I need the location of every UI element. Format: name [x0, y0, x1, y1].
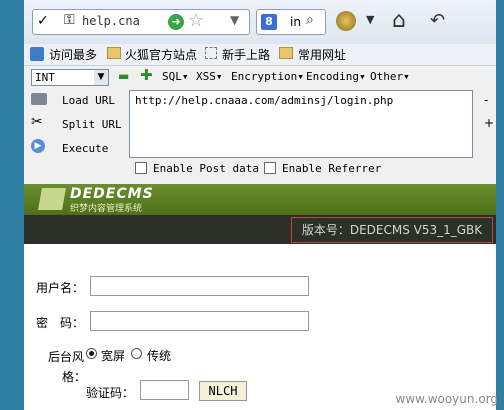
bookmark-firefox-site[interactable]: 火狐官方站点 [125, 46, 197, 63]
checkmark-icon: ✓ [37, 13, 49, 29]
post-data-label: Enable Post data [153, 162, 259, 175]
captcha-input[interactable] [140, 380, 189, 400]
load-url-button[interactable]: Load URL [62, 94, 115, 107]
wide-label: 宽屏 [101, 349, 126, 363]
style-label: 后台风 [48, 350, 85, 364]
logo-text: DEDECMS [70, 186, 154, 202]
menu-other[interactable]: Other▾ [370, 70, 410, 83]
execute-button[interactable]: Execute [62, 142, 108, 155]
classic-radio[interactable] [131, 348, 142, 359]
bookmark-icon [30, 47, 44, 61]
split-url-button[interactable]: Split URL [62, 118, 122, 131]
key-icon: ⚿ [64, 12, 75, 28]
chevron-down-icon[interactable]: ▼ [94, 70, 108, 85]
star-icon[interactable]: ☆ [188, 10, 204, 31]
back-icon[interactable]: ↶ [430, 10, 445, 31]
folder-icon [107, 47, 121, 59]
decrease-icon[interactable]: ▬ [118, 69, 129, 83]
grow-button[interactable]: + [484, 116, 494, 130]
wide-radio[interactable] [86, 348, 97, 359]
bookmark-most-visited[interactable]: 访问最多 [49, 46, 97, 63]
menu-xss[interactable]: XSS▾ [196, 70, 223, 83]
bookmark-common-sites[interactable]: 常用网址 [298, 46, 346, 63]
go-icon[interactable]: ➜ [168, 14, 184, 30]
menu-encryption[interactable]: Encryption▾ [231, 70, 304, 83]
password-input[interactable] [90, 311, 309, 331]
classic-label: 传统 [147, 349, 172, 363]
menu-sql[interactable]: SQL▾ [162, 70, 189, 83]
scissors-icon[interactable]: ✂ [31, 114, 43, 130]
url-textarea[interactable]: http://help.cnaaa.com/adminsj/login.php [129, 90, 473, 158]
password-label: 密 码： [36, 316, 85, 330]
menu-encoding[interactable]: Encoding▾ [306, 70, 366, 83]
style-label-cont: 格： [62, 370, 87, 384]
extension-icon[interactable] [336, 11, 356, 31]
shrink-button[interactable]: - [484, 93, 488, 107]
logo-subtitle: 织梦内容管理系统 [70, 204, 143, 214]
folder-icon [279, 47, 293, 59]
dedecms-logo-icon [38, 188, 66, 210]
username-input[interactable] [90, 276, 309, 296]
post-data-checkbox[interactable] [135, 162, 147, 174]
desktop-edge [496, 0, 504, 410]
watermark: www.wooyun.org [395, 392, 498, 406]
captcha-image[interactable]: NLCH [199, 381, 247, 401]
execute-icon[interactable]: ▶ [31, 139, 45, 153]
desktop-strip [0, 0, 24, 410]
username-label: 用户名： [36, 281, 85, 295]
bookmark-getting-started[interactable]: 新手上路 [222, 46, 270, 63]
search-engine-icon[interactable]: 8 [261, 14, 277, 30]
referrer-checkbox[interactable] [264, 162, 276, 174]
referrer-label: Enable Referrer [282, 162, 382, 175]
increase-icon[interactable]: ✚ [140, 66, 153, 84]
search-input[interactable]: in [290, 15, 301, 29]
dropdown-icon[interactable]: ▼ [366, 13, 374, 26]
page-icon [205, 47, 217, 59]
chevron-down-icon[interactable]: ▼ [230, 13, 239, 27]
address-text[interactable]: help.cna [82, 14, 140, 28]
search-icon[interactable]: ⌕ [306, 12, 314, 28]
version-label: 版本号：DEDECMS V53_1_GBK [291, 217, 493, 243]
home-icon[interactable]: ⌂ [392, 8, 406, 33]
load-url-icon[interactable] [31, 93, 47, 105]
captcha-label: 验证码： [86, 386, 135, 400]
